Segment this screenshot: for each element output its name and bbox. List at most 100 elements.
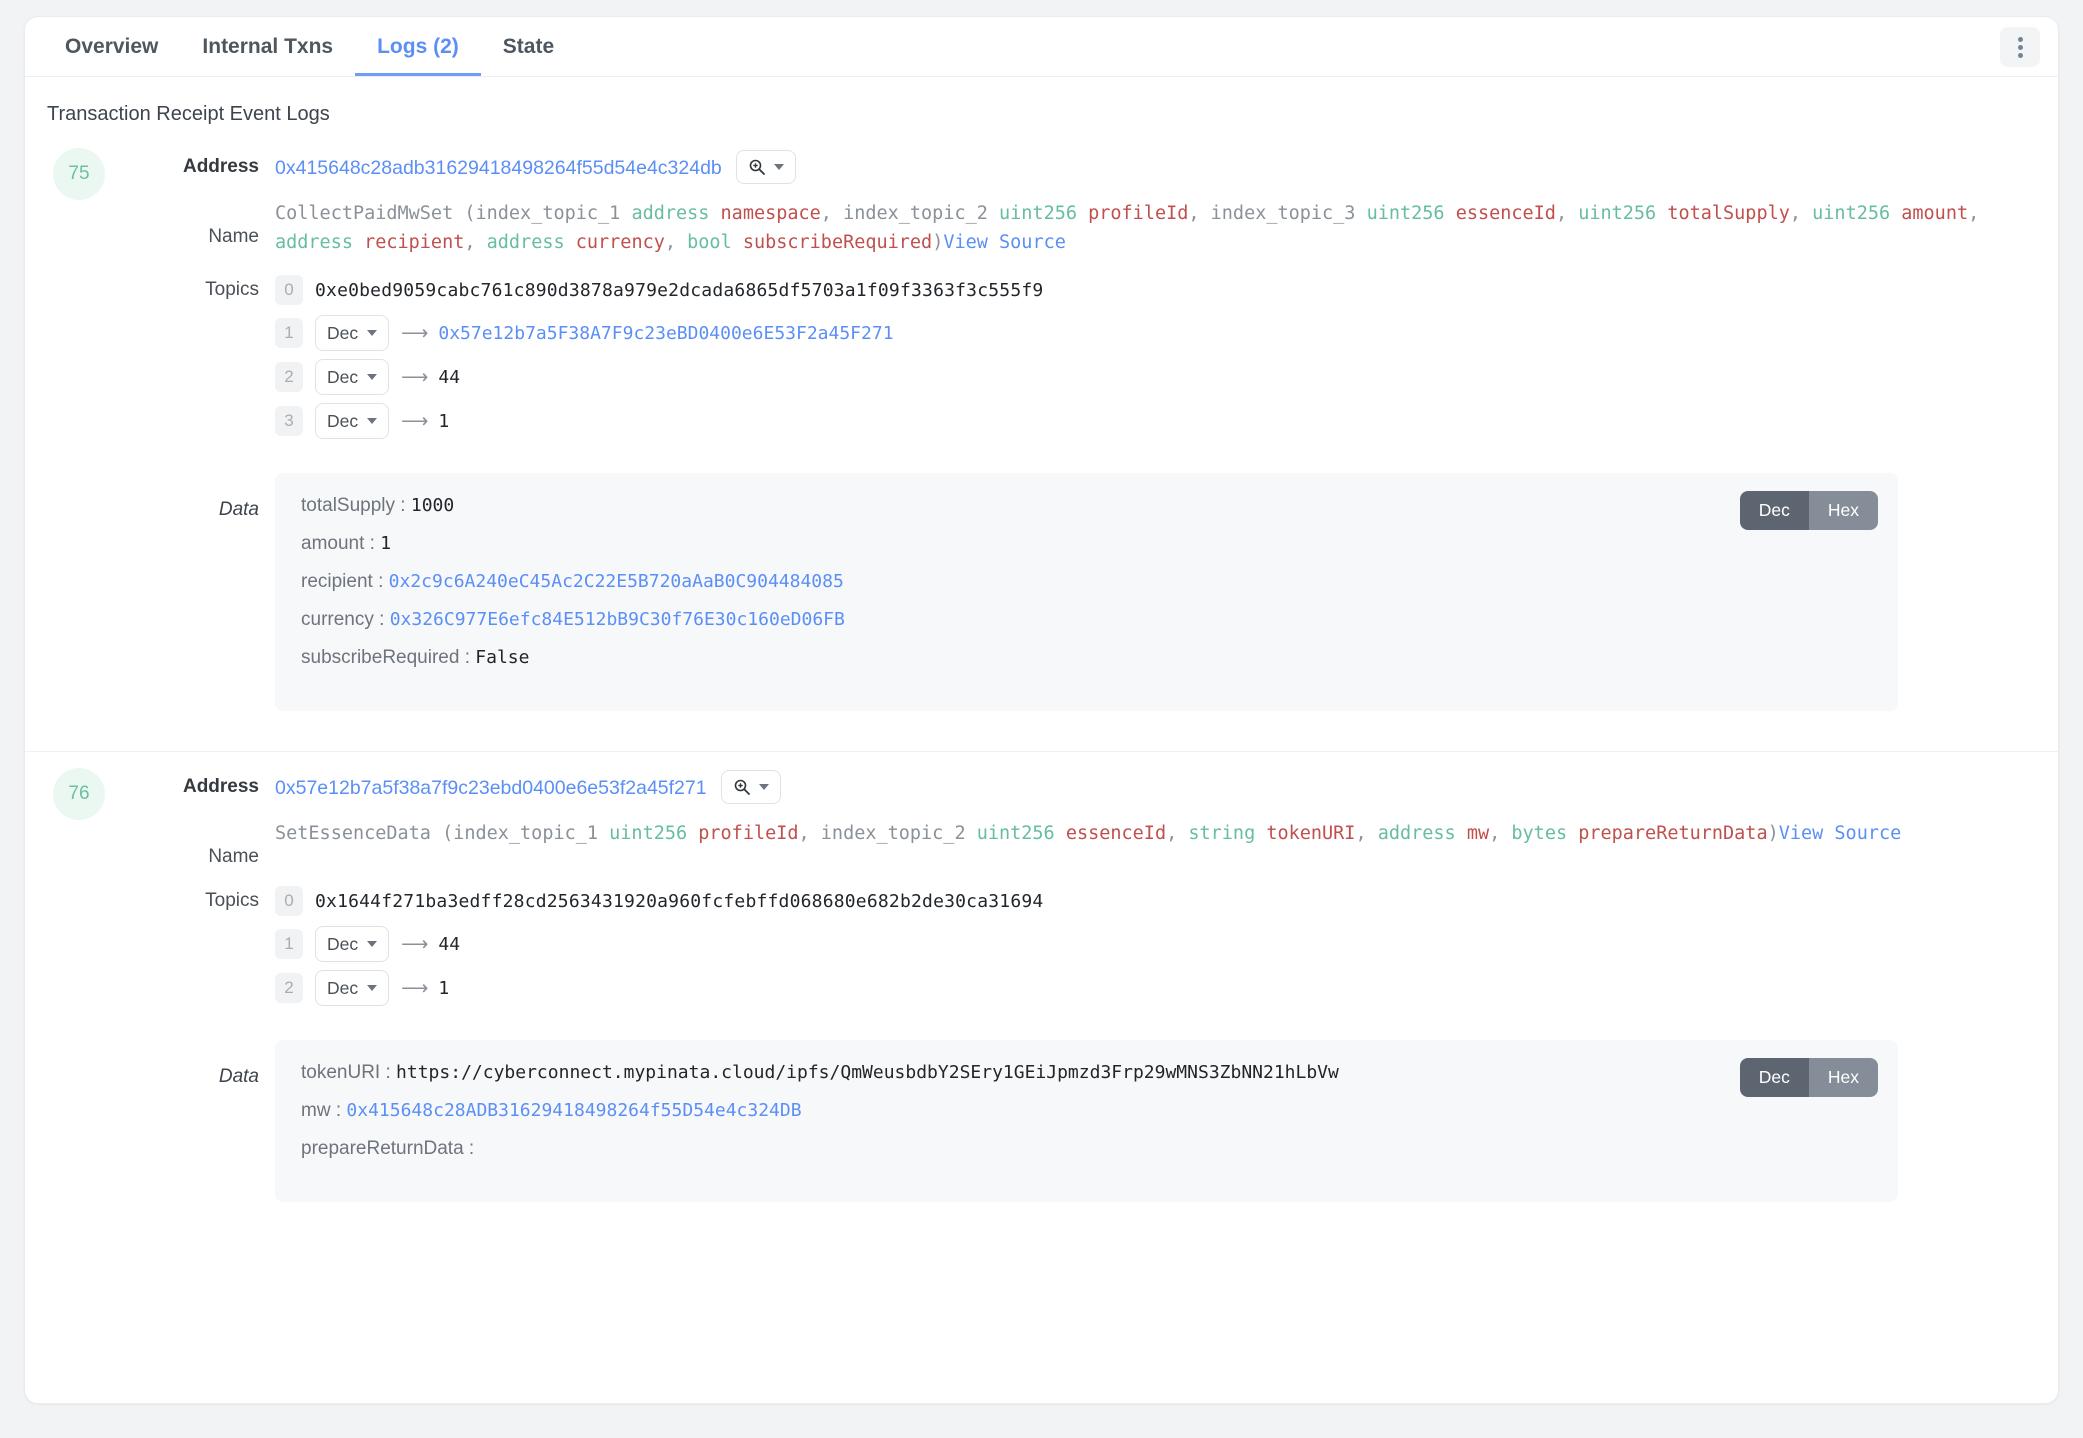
- topic-value: 44: [438, 933, 461, 955]
- data-field-key: recipient: [301, 571, 373, 593]
- sig-type: uint256: [976, 823, 1066, 845]
- topic-value: 1: [438, 977, 450, 999]
- topics-row: Topics 0 0xe0bed9059cabc761c890d3878a979e2…: [25, 273, 2058, 447]
- address-filter-button[interactable]: [720, 770, 781, 805]
- data-field-separator: :: [373, 609, 390, 631]
- data-field: tokenURI : https://cyberconnect.mypinata…: [301, 1062, 1872, 1084]
- toggle-hex[interactable]: Hex: [1808, 1058, 1878, 1098]
- data-field: prepareReturnData :: [301, 1138, 1872, 1160]
- data-field: totalSupply : 1000: [301, 495, 1872, 517]
- tab-state[interactable]: State: [481, 18, 576, 76]
- topics-row: Topics 0 0x1644f271ba3edff28cd2563431920a9…: [25, 884, 2058, 1014]
- data-field-key: mw: [301, 1100, 331, 1122]
- data-field-key: prepareReturnData: [301, 1138, 464, 1160]
- log-fields: Address 0x57e12b7a5f38a7f9c23ebd0400e6e53…: [25, 770, 2058, 1203]
- sig-plain: , index_topic_3: [1188, 203, 1367, 224]
- data-field-key: tokenURI: [301, 1062, 381, 1084]
- data-field-separator: :: [330, 1100, 347, 1122]
- topic-format-label: Dec: [327, 933, 359, 954]
- tab-overview[interactable]: Overview: [43, 18, 180, 76]
- data-format-toggle[interactable]: Dec Hex: [1739, 1058, 1878, 1098]
- page-root: Overview Internal Txns Logs (2) State Tr…: [0, 0, 2083, 1438]
- data-box: tokenURI : https://cyberconnect.mypinata…: [275, 1040, 1898, 1203]
- topic-format-label: Dec: [327, 366, 359, 387]
- topic-format-select[interactable]: Dec: [315, 970, 390, 1007]
- topic-format-select[interactable]: Dec: [315, 403, 390, 440]
- sig-close: ): [932, 231, 944, 253]
- data-field-key: subscribeRequired: [301, 647, 460, 669]
- toggle-dec[interactable]: Dec: [1739, 1058, 1809, 1098]
- data-row: Data totalSupply : 1000 amount : 1 recipien…: [25, 473, 2058, 712]
- data-field-separator: :: [463, 1138, 475, 1160]
- topic-row: 1 Dec ⟶ 0x57e12b7a5F38A7F9c23eBD0400e6E53F2…: [275, 315, 2058, 352]
- sig-plain: ,: [1355, 823, 1378, 845]
- sig-plain: ,: [1489, 823, 1512, 845]
- data-field-value[interactable]: 0x2c9c6A240eC45Ac2C22E5B720aAaB0C9044840…: [389, 571, 844, 592]
- chevron-down-icon: [367, 374, 378, 381]
- topics-list: 0 0x1644f271ba3edff28cd2563431920a960fcfe…: [275, 884, 2058, 1014]
- sig-plain: index_topic_1: [453, 823, 610, 845]
- topic-row: 2 Dec ⟶ 44: [275, 359, 2058, 396]
- sig-plain: ,: [1789, 203, 1813, 224]
- event-signature: CollectPaidMwSet (index_topic_1 address …: [275, 198, 2058, 257]
- kebab-dot: [2017, 44, 2023, 50]
- log-index-badge: 75: [53, 148, 105, 200]
- topic-format-select[interactable]: Dec: [315, 315, 390, 352]
- topic-format-select[interactable]: Dec: [315, 359, 390, 396]
- logs-container: 75 Address 0x415648c28adb31629418498264f55…: [25, 132, 2058, 1226]
- sig-param: profileId: [1088, 203, 1189, 224]
- topic-value: 0xe0bed9059cabc761c890d3878a979e2dcada68…: [315, 279, 1044, 301]
- data-label: Data: [218, 499, 259, 521]
- topic-index: 2: [275, 973, 303, 1004]
- name-row: Name CollectPaidMwSet (index_topic_1 addr…: [25, 198, 2058, 257]
- address-link[interactable]: 0x57e12b7a5f38a7f9c23ebd0400e6e53f2a45f2…: [275, 775, 707, 800]
- data-field-separator: :: [459, 647, 476, 669]
- sig-type: address: [631, 203, 721, 224]
- kebab-dot: [2017, 36, 2023, 42]
- sig-type: address: [1377, 823, 1467, 845]
- data-field-separator: :: [395, 495, 411, 517]
- data-field: mw : 0x415648c28ADB31629418498264f55D54e…: [301, 1100, 1872, 1122]
- sig-open: (: [453, 203, 476, 224]
- data-field-key: currency: [301, 609, 374, 631]
- chevron-down-icon: [773, 164, 784, 170]
- address-filter-button[interactable]: [735, 150, 796, 184]
- data-field-separator: :: [380, 1062, 397, 1084]
- address-row: Address 0x57e12b7a5f38a7f9c23ebd0400e6e53…: [25, 770, 2058, 805]
- sig-param: amount: [1901, 203, 1969, 224]
- sig-type: uint256: [1812, 203, 1902, 224]
- data-field-value[interactable]: 0x326C977E6efc84E512bB9C30f76E30c160eD06…: [390, 609, 845, 630]
- data-field-value: 1000: [410, 495, 455, 517]
- topic-format-select[interactable]: Dec: [315, 926, 390, 963]
- data-format-toggle[interactable]: Dec Hex: [1739, 491, 1878, 531]
- sig-param: essenceId: [1065, 823, 1167, 845]
- topic-value[interactable]: 0x57e12b7a5F38A7F9c23eBD0400e6E53F2a45F2…: [438, 323, 893, 344]
- tab-internal-txns[interactable]: Internal Txns: [180, 18, 355, 76]
- chevron-down-icon: [367, 418, 378, 425]
- sig-param: subscribeRequired: [742, 231, 933, 253]
- kebab-menu-icon[interactable]: [2000, 27, 2040, 67]
- name-label: Name: [208, 846, 259, 868]
- view-source-link[interactable]: View Source: [1779, 823, 1902, 844]
- sig-type: uint256: [999, 203, 1089, 224]
- page-title: Transaction Receipt Event Logs: [47, 103, 330, 125]
- topics-list: 0 0xe0bed9059cabc761c890d3878a979e2dcada6…: [275, 273, 2058, 447]
- sig-plain: ,: [1555, 203, 1579, 224]
- chevron-down-icon: [367, 941, 378, 948]
- name-row: Name SetEssenceData (index_topic_1 uint25…: [25, 818, 2058, 868]
- sig-plain: ,: [1968, 203, 1980, 224]
- sig-param: namespace: [720, 203, 821, 224]
- logs-card: Overview Internal Txns Logs (2) State Tr…: [24, 16, 2059, 1404]
- sig-param: currency: [575, 231, 665, 253]
- address-link[interactable]: 0x415648c28adb31629418498264f55d54e4c324…: [275, 155, 722, 180]
- data-field-value[interactable]: 0x415648c28ADB31629418498264f55D54e4c324…: [346, 1100, 801, 1121]
- toggle-hex[interactable]: Hex: [1808, 491, 1878, 531]
- sig-plain: index_topic_1: [475, 203, 632, 224]
- view-source-link[interactable]: View Source: [943, 232, 1066, 253]
- sig-close: ): [1767, 823, 1779, 845]
- topic-value: 44: [438, 366, 461, 388]
- data-field-separator: :: [364, 533, 381, 555]
- log-entry: 76 Address 0x57e12b7a5f38a7f9c23ebd0400e6e…: [25, 751, 2058, 1226]
- toggle-dec[interactable]: Dec: [1739, 491, 1809, 531]
- tab-logs[interactable]: Logs (2): [355, 18, 481, 76]
